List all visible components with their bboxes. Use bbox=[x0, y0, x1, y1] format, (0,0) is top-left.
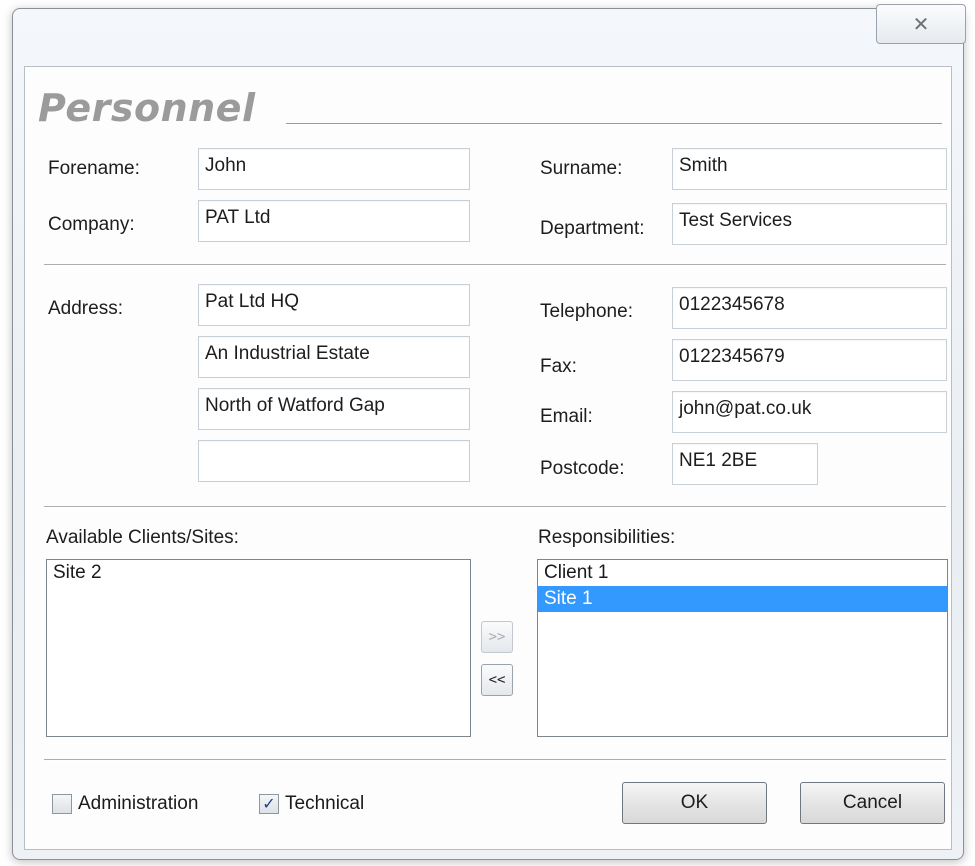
address-line-2[interactable]: An Industrial Estate bbox=[198, 336, 470, 378]
administration-label: Administration bbox=[78, 793, 199, 814]
technical-checkbox[interactable]: ✓ bbox=[259, 794, 279, 814]
add-responsibility-button[interactable]: >> bbox=[481, 621, 513, 653]
department-label: Department: bbox=[540, 218, 645, 239]
forename-field[interactable]: John bbox=[198, 148, 470, 190]
technical-option[interactable]: ✓ Technical bbox=[259, 793, 364, 815]
company-field[interactable]: PAT Ltd bbox=[198, 200, 470, 242]
cancel-button[interactable]: Cancel bbox=[800, 782, 945, 824]
administration-option[interactable]: Administration bbox=[52, 793, 198, 815]
company-label: Company: bbox=[48, 214, 135, 235]
postcode-field[interactable]: NE1 2BE bbox=[672, 443, 818, 485]
close-button[interactable]: ✕ bbox=[876, 4, 966, 44]
list-item[interactable]: Site 2 bbox=[47, 560, 470, 586]
department-field[interactable]: Test Services bbox=[672, 203, 947, 245]
address-line-1[interactable]: Pat Ltd HQ bbox=[198, 284, 470, 326]
ok-button[interactable]: OK bbox=[622, 782, 767, 824]
administration-checkbox[interactable] bbox=[52, 794, 72, 814]
close-icon: ✕ bbox=[912, 13, 930, 36]
technical-label: Technical bbox=[285, 793, 365, 814]
responsibilities-label: Responsibilities: bbox=[538, 527, 676, 548]
surname-field[interactable]: Smith bbox=[672, 148, 947, 190]
surname-label: Surname: bbox=[540, 158, 623, 179]
address-line-4[interactable] bbox=[198, 440, 470, 482]
title-divider bbox=[286, 123, 942, 125]
email-label: Email: bbox=[540, 406, 593, 427]
divider bbox=[44, 759, 946, 761]
section-title: Personnel bbox=[38, 86, 256, 130]
fax-field[interactable]: 0122345679 bbox=[672, 339, 947, 381]
checkmark-icon: ✓ bbox=[262, 796, 276, 813]
postcode-label: Postcode: bbox=[540, 458, 625, 479]
divider bbox=[44, 264, 946, 266]
list-item[interactable]: Client 1 bbox=[538, 560, 947, 586]
responsibilities-list[interactable]: Client 1 Site 1 bbox=[537, 559, 948, 737]
double-chevron-left-icon: << bbox=[488, 672, 506, 688]
divider bbox=[44, 506, 946, 508]
available-clients-label: Available Clients/Sites: bbox=[46, 527, 239, 548]
list-item-selected[interactable]: Site 1 bbox=[538, 586, 947, 612]
forename-label: Forename: bbox=[48, 158, 140, 179]
available-clients-list[interactable]: Site 2 bbox=[46, 559, 471, 737]
fax-label: Fax: bbox=[540, 356, 577, 377]
telephone-field[interactable]: 0122345678 bbox=[672, 287, 947, 329]
remove-responsibility-button[interactable]: << bbox=[481, 664, 513, 696]
address-line-3[interactable]: North of Watford Gap bbox=[198, 388, 470, 430]
double-chevron-right-icon: >> bbox=[488, 629, 506, 645]
email-field[interactable]: john@pat.co.uk bbox=[672, 391, 947, 433]
telephone-label: Telephone: bbox=[540, 301, 633, 322]
address-label: Address: bbox=[48, 298, 123, 319]
